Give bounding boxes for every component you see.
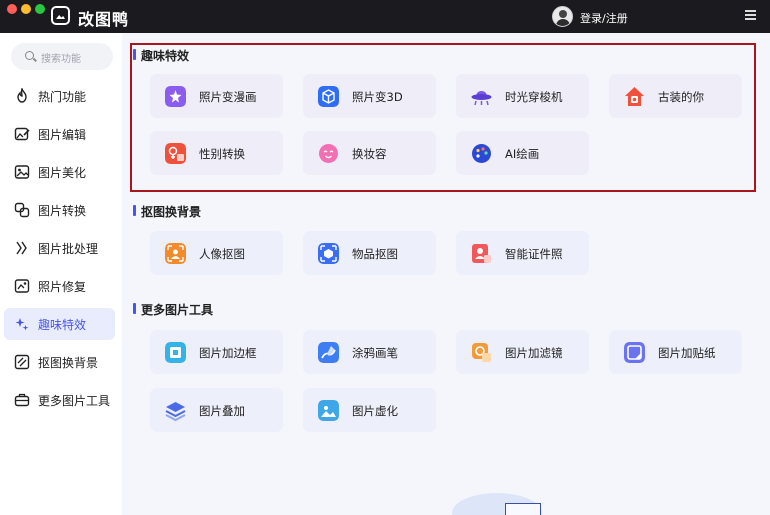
sidebar-item-label: 热门功能: [38, 90, 87, 104]
portrait-cutout-icon: [165, 243, 186, 264]
hamburger-icon[interactable]: [745, 10, 756, 20]
maximize-window-button[interactable]: [35, 4, 45, 14]
search-icon: [25, 51, 34, 60]
object-cutout-icon: [318, 243, 339, 264]
card-label: 图片加边框: [199, 346, 257, 360]
sidebar-item-image-edit[interactable]: 图片编辑: [4, 118, 115, 150]
sidebar-item-more-tools[interactable]: 更多图片工具: [4, 384, 115, 416]
card-add-frame[interactable]: 图片加边框: [150, 330, 283, 374]
app-window: 改图鸭 登录/注册 搜索功能 热门功能 图片编辑 图片美化 图片转换 图片批处理: [0, 0, 770, 515]
sidebar-item-label: 图片美化: [38, 166, 87, 180]
decorative-illustration-frame: [505, 503, 541, 515]
sidebar-item-label: 图片转换: [38, 204, 87, 218]
sidebar: 搜索功能 热门功能 图片编辑 图片美化 图片转换 图片批处理 照片修复 趣味特效…: [0, 33, 122, 515]
minimize-window-button[interactable]: [21, 4, 31, 14]
avatar[interactable]: [552, 6, 573, 27]
section-title-cutout: 抠图换背景: [132, 205, 202, 219]
sidebar-item-hot[interactable]: 热门功能: [4, 80, 115, 112]
frame-icon: [165, 342, 186, 363]
card-label: 图片虚化: [352, 404, 398, 418]
sidebar-item-label: 图片编辑: [38, 128, 87, 142]
photo-repair-icon: [14, 279, 30, 293]
search-placeholder: 搜索功能: [41, 54, 81, 65]
card-label: 智能证件照: [505, 247, 563, 261]
card-doodle-brush[interactable]: 涂鸦画笔: [303, 330, 436, 374]
sparkle-icon: [15, 318, 29, 331]
card-image-blur[interactable]: 图片虚化: [303, 388, 436, 432]
id-photo-icon: [472, 244, 491, 263]
card-label: 人像抠图: [199, 247, 245, 261]
blur-icon: [318, 400, 339, 421]
sidebar-item-label: 照片修复: [38, 280, 87, 294]
app-title: 改图鸭: [78, 10, 130, 29]
title-bar: 改图鸭 登录/注册: [0, 0, 770, 33]
filter-icon: [472, 343, 491, 362]
sidebar-item-label: 抠图换背景: [38, 356, 99, 370]
cutout-icon: [14, 354, 30, 370]
card-portrait-cutout[interactable]: 人像抠图: [150, 231, 283, 275]
sidebar-item-batch[interactable]: 图片批处理: [4, 232, 115, 264]
card-label: 图片叠加: [199, 404, 245, 418]
sidebar-item-fun-effects[interactable]: 趣味特效: [4, 308, 115, 340]
image-beautify-icon: [14, 165, 30, 179]
sidebar-item-label: 图片批处理: [38, 242, 99, 256]
batch-icon: [16, 241, 27, 255]
flame-icon: [17, 88, 27, 103]
image-convert-icon: [14, 202, 30, 218]
toolbox-icon: [14, 393, 30, 407]
layers-icon: [165, 402, 186, 421]
sidebar-item-cutout[interactable]: 抠图换背景: [4, 346, 115, 378]
image-edit-icon: [14, 127, 30, 141]
card-smart-id-photo[interactable]: 智能证件照: [456, 231, 589, 275]
login-register-link[interactable]: 登录/注册: [580, 10, 628, 26]
card-add-sticker[interactable]: 图片加贴纸: [609, 330, 742, 374]
card-label: 物品抠图: [352, 247, 398, 261]
card-object-cutout[interactable]: 物品抠图: [303, 231, 436, 275]
sidebar-item-image-convert[interactable]: 图片转换: [4, 194, 115, 226]
sidebar-item-photo-repair[interactable]: 照片修复: [4, 270, 115, 302]
section-title-more-tools: 更多图片工具: [132, 303, 214, 317]
card-label: 图片加滤镜: [505, 346, 563, 360]
card-label: 图片加贴纸: [658, 346, 716, 360]
sidebar-item-label: 更多图片工具: [38, 394, 111, 408]
sidebar-item-image-beautify[interactable]: 图片美化: [4, 156, 115, 188]
sticker-icon: [624, 342, 645, 363]
image-frame-icon: [51, 6, 70, 25]
close-window-button[interactable]: [7, 4, 17, 14]
search-input[interactable]: 搜索功能: [11, 43, 113, 70]
card-label: 涂鸦画笔: [352, 346, 398, 360]
highlight-annotation-box: [130, 43, 756, 192]
card-add-filter[interactable]: 图片加滤镜: [456, 330, 589, 374]
brush-icon: [318, 342, 339, 363]
sidebar-item-label: 趣味特效: [38, 318, 87, 332]
card-image-overlay[interactable]: 图片叠加: [150, 388, 283, 432]
